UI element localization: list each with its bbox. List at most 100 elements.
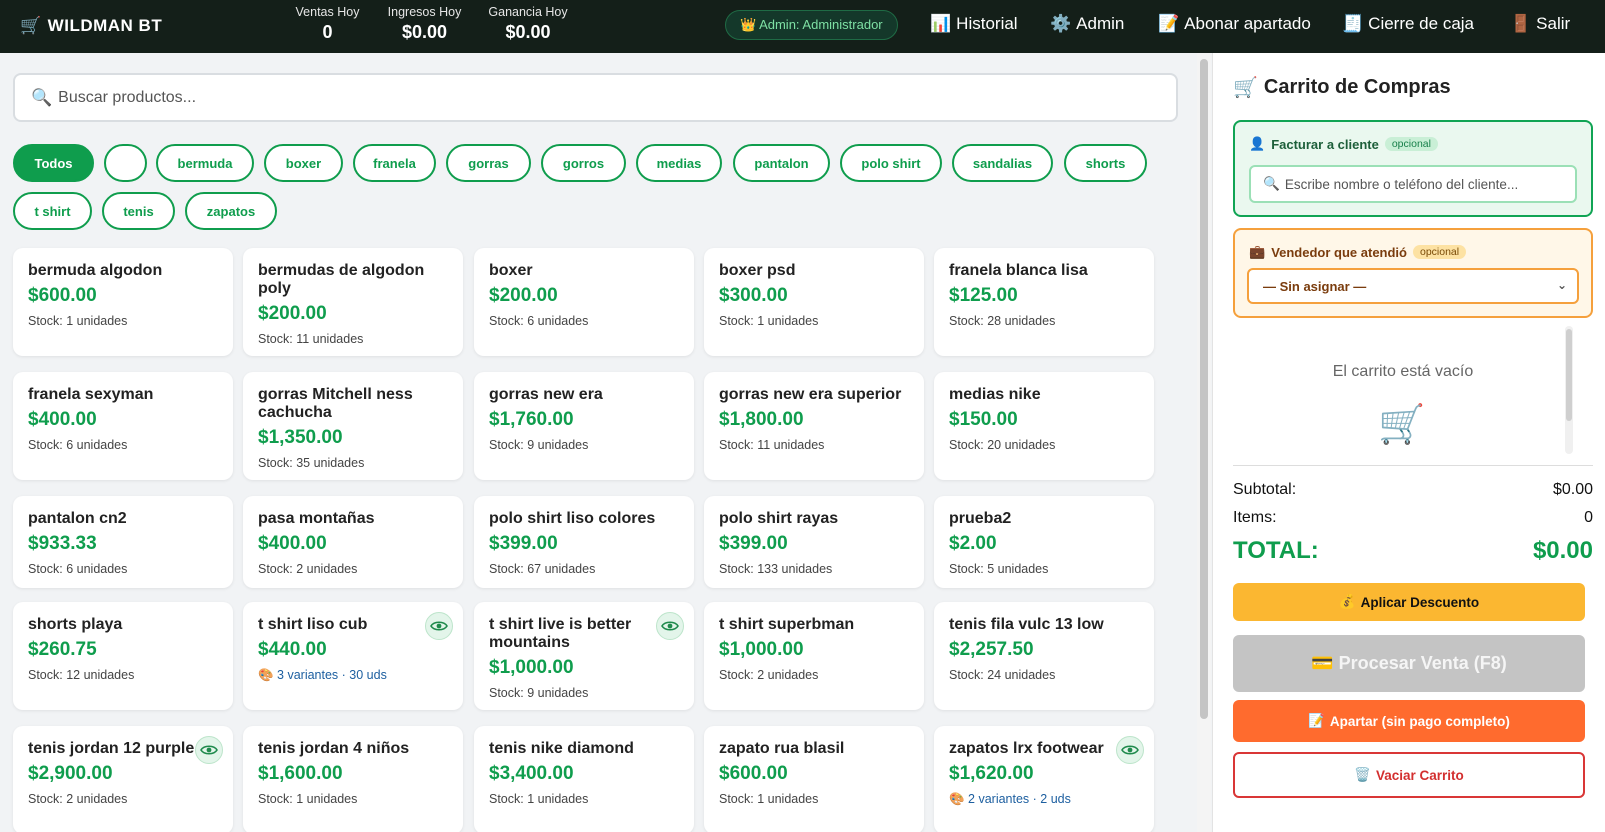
total-row: TOTAL: $0.00 xyxy=(1233,537,1593,565)
product-name: tenis nike diamond xyxy=(489,740,634,757)
stat-label: Ingresos Hoy xyxy=(387,5,462,19)
brand: 🛒 WILDMAN BT xyxy=(20,16,162,36)
seller-box: 💼 Vendedor que atendió opcional — Sin as… xyxy=(1233,228,1593,318)
button-label: Apartar (sin pago completo) xyxy=(1329,713,1510,729)
category-chip-shorts[interactable]: shorts xyxy=(1064,144,1147,182)
product-card[interactable]: franela sexyman $400.00 Stock: 6 unidades xyxy=(13,372,233,480)
category-chip-zapatos[interactable]: zapatos xyxy=(185,192,277,230)
scrollbar-thumb[interactable] xyxy=(1200,59,1208,719)
nav-label: Abonar apartado xyxy=(1184,14,1311,33)
product-price: $2,257.50 xyxy=(949,639,1034,660)
product-name: bermudas de algodon poly xyxy=(258,262,425,297)
nav-salir[interactable]: 🚪 Salir xyxy=(1510,14,1570,34)
product-card[interactable]: t shirt live is better mountains $1,000.0… xyxy=(474,602,694,710)
product-price: $260.75 xyxy=(28,639,97,660)
seller-select[interactable]: — Sin asignar — ⌄ xyxy=(1247,268,1579,304)
product-card[interactable]: franela blanca lisa $125.00 Stock: 28 unid… xyxy=(934,248,1154,356)
product-card[interactable]: polo shirt liso colores $399.00 Stock: 67 … xyxy=(474,496,694,588)
nav-abonar-apartado[interactable]: 📝 Abonar apartado xyxy=(1158,14,1311,34)
eye-icon[interactable] xyxy=(1116,736,1144,764)
product-price: $600.00 xyxy=(719,763,788,784)
seller-select-value: — Sin asignar — xyxy=(1263,278,1367,294)
category-chip-medias[interactable]: medias xyxy=(636,144,722,182)
eye-icon[interactable] xyxy=(195,736,223,764)
product-card[interactable]: tenis nike diamond $3,400.00 Stock: 1 unid… xyxy=(474,726,694,832)
product-card[interactable]: tenis fila vulc 13 low $2,257.50 Stock: 24… xyxy=(934,602,1154,710)
product-stock: Stock: 9 unidades xyxy=(489,686,589,700)
product-stock: Stock: 1 unidades xyxy=(489,792,589,806)
customer-search-input[interactable]: 🔍 Escribe nombre o teléfono del cliente.… xyxy=(1249,165,1577,203)
product-card[interactable]: zapato rua blasil $600.00 Stock: 1 unidade… xyxy=(704,726,924,832)
product-card[interactable]: boxer $200.00 Stock: 6 unidades xyxy=(474,248,694,356)
category-chip-gorros[interactable]: gorros xyxy=(541,144,626,182)
product-price: $3,400.00 xyxy=(489,763,574,784)
product-card[interactable]: t shirt liso cub $440.00 🎨 3 variantes · 3… xyxy=(243,602,463,710)
product-stock: Stock: 6 unidades xyxy=(28,562,128,576)
nav-cierre-caja[interactable]: 🧾 Cierre de caja xyxy=(1342,14,1474,34)
product-price: $300.00 xyxy=(719,285,788,306)
product-card[interactable]: t shirt superbman $1,000.00 Stock: 2 unida… xyxy=(704,602,924,710)
category-chip-blank[interactable] xyxy=(104,144,147,182)
chevron-down-icon: ⌄ xyxy=(1556,278,1567,292)
button-label: Vaciar Carrito xyxy=(1376,767,1464,783)
category-chip-pantalon[interactable]: pantalon xyxy=(733,144,830,182)
nav-historial[interactable]: 📊 Historial xyxy=(930,14,1018,34)
product-card[interactable]: zapatos lrx footwear $1,620.00 🎨 2 variant… xyxy=(934,726,1154,832)
category-chip-tenis[interactable]: tenis xyxy=(102,192,175,230)
product-stock: Stock: 20 unidades xyxy=(949,438,1056,452)
customer-label-text: Facturar a cliente xyxy=(1271,136,1379,152)
product-card[interactable]: gorras new era $1,760.00 Stock: 9 unidades xyxy=(474,372,694,480)
product-name: shorts playa xyxy=(28,616,123,633)
category-chip-franela[interactable]: franela xyxy=(353,144,436,182)
product-variants[interactable]: 🎨 2 variantes · 2 uds xyxy=(949,792,1139,807)
product-variants[interactable]: 🎨 3 variantes · 30 uds xyxy=(258,668,448,683)
category-chip-t-shirt[interactable]: t shirt xyxy=(13,192,92,230)
cart-icon: 🛒 xyxy=(1233,77,1258,99)
products-scrollbar[interactable] xyxy=(1197,53,1211,832)
product-card[interactable]: bermudas de algodon poly $200.00 Stock: 11… xyxy=(243,248,463,356)
stat-label: Ventas Hoy xyxy=(295,5,360,19)
product-stock: Stock: 1 unidades xyxy=(719,314,819,328)
product-card[interactable]: bermuda algodon $600.00 Stock: 1 unidades xyxy=(13,248,233,356)
apply-discount-button[interactable]: 💰 Aplicar Descuento xyxy=(1233,583,1585,621)
product-stock: Stock: 6 unidades xyxy=(489,314,589,328)
eye-icon[interactable] xyxy=(425,612,453,640)
product-card[interactable]: gorras new era superior $1,800.00 Stock: 1… xyxy=(704,372,924,480)
empty-cart-button[interactable]: 🗑️ Vaciar Carrito xyxy=(1233,752,1585,798)
product-price: $2.00 xyxy=(949,533,997,554)
category-chip-sandalias[interactable]: sandalias xyxy=(952,144,1053,182)
category-chip-todos[interactable]: Todos xyxy=(13,144,94,182)
nav-admin[interactable]: ⚙️ Admin xyxy=(1050,14,1124,34)
product-stock: Stock: 133 unidades xyxy=(719,562,833,576)
stat-label: Ganancia Hoy xyxy=(488,5,568,19)
category-chip-bermuda[interactable]: bermuda xyxy=(156,144,254,182)
product-card[interactable]: pasa montañas $400.00 Stock: 2 unidades xyxy=(243,496,463,588)
product-card[interactable]: gorras Mitchell ness cachucha $1,350.00 St… xyxy=(243,372,463,480)
eye-icon[interactable] xyxy=(656,612,684,640)
product-card[interactable]: polo shirt rayas $399.00 Stock: 133 unidad… xyxy=(704,496,924,588)
category-chip-polo-shirt[interactable]: polo shirt xyxy=(840,144,942,182)
category-chip-boxer[interactable]: boxer xyxy=(264,144,343,182)
process-sale-button[interactable]: 💳 Procesar Venta (F8) xyxy=(1233,635,1585,692)
product-stock: Stock: 67 unidades xyxy=(489,562,596,576)
product-card[interactable]: tenis jordan 4 niños $1,600.00 Stock: 1 un… xyxy=(243,726,463,832)
cart-icon: 🛒 xyxy=(20,16,42,35)
scrollbar-thumb[interactable] xyxy=(1566,329,1572,421)
product-name: tenis fila vulc 13 low xyxy=(949,616,1104,633)
search-input[interactable]: 🔍 Buscar productos... xyxy=(13,73,1178,122)
cart-scrollbar[interactable] xyxy=(1565,326,1573,454)
layaway-button[interactable]: 📝 Apartar (sin pago completo) xyxy=(1233,700,1585,742)
nav-label: Admin xyxy=(1076,14,1125,33)
empty-cart-text: El carrito está vacío xyxy=(1332,363,1474,380)
product-name: t shirt superbman xyxy=(719,616,855,633)
stat-value: $0.00 xyxy=(505,22,551,42)
product-price: $2,900.00 xyxy=(28,763,113,784)
product-card[interactable]: tenis jordan 12 purple $2,900.00 Stock: 2 … xyxy=(13,726,233,832)
product-card[interactable]: boxer psd $300.00 Stock: 1 unidades xyxy=(704,248,924,356)
product-card[interactable]: pantalon cn2 $933.33 Stock: 6 unidades xyxy=(13,496,233,588)
product-card[interactable]: medias nike $150.00 Stock: 20 unidades xyxy=(934,372,1154,480)
shopping-cart-icon: 🛒 xyxy=(1378,404,1426,446)
product-card[interactable]: prueba2 $2.00 Stock: 5 unidades xyxy=(934,496,1154,588)
product-card[interactable]: shorts playa $260.75 Stock: 12 unidades xyxy=(13,602,233,710)
category-chip-gorras[interactable]: gorras xyxy=(446,144,531,182)
